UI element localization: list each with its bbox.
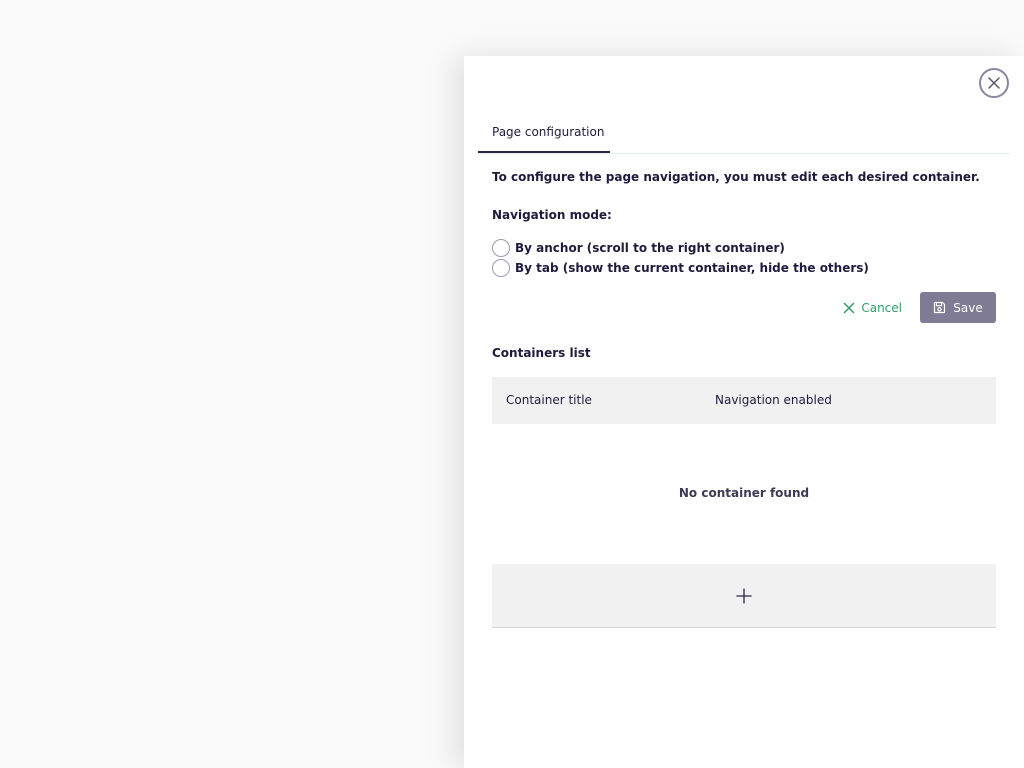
tab-page-configuration[interactable]: Page configuration	[478, 119, 610, 153]
form-actions: Cancel Save	[843, 292, 996, 323]
navigation-mode-label: Navigation mode:	[492, 208, 612, 222]
radio-option-tab[interactable]: By tab (show the current container, hide…	[492, 258, 869, 278]
cancel-button[interactable]: Cancel	[843, 301, 902, 315]
floppy-disk-icon	[934, 301, 946, 314]
cancel-label: Cancel	[861, 300, 902, 315]
radio-option-anchor[interactable]: By anchor (scroll to the right container…	[492, 238, 785, 258]
close-button[interactable]	[979, 68, 1009, 98]
plus-icon	[736, 587, 752, 604]
column-header-navigation-enabled: Navigation enabled	[715, 393, 832, 407]
radio-label-tab: By tab (show the current container, hide…	[515, 261, 869, 275]
page-configuration-panel: Page configuration To configure the page…	[464, 56, 1024, 768]
x-icon	[844, 302, 855, 313]
save-label: Save	[953, 300, 983, 315]
instructions-text: To configure the page navigation, you mu…	[492, 170, 980, 184]
radio-button[interactable]	[492, 259, 510, 277]
radio-label-anchor: By anchor (scroll to the right container…	[515, 241, 785, 255]
save-button[interactable]: Save	[920, 292, 996, 323]
containers-table-header: Container title Navigation enabled	[492, 377, 996, 424]
containers-list-heading: Containers list	[492, 346, 591, 360]
tab-bar: Page configuration	[478, 119, 1010, 154]
column-header-container-title: Container title	[506, 393, 592, 407]
add-container-button[interactable]	[492, 564, 996, 628]
close-icon	[988, 77, 1000, 89]
empty-state-message: No container found	[678, 486, 810, 500]
radio-button[interactable]	[492, 239, 510, 257]
